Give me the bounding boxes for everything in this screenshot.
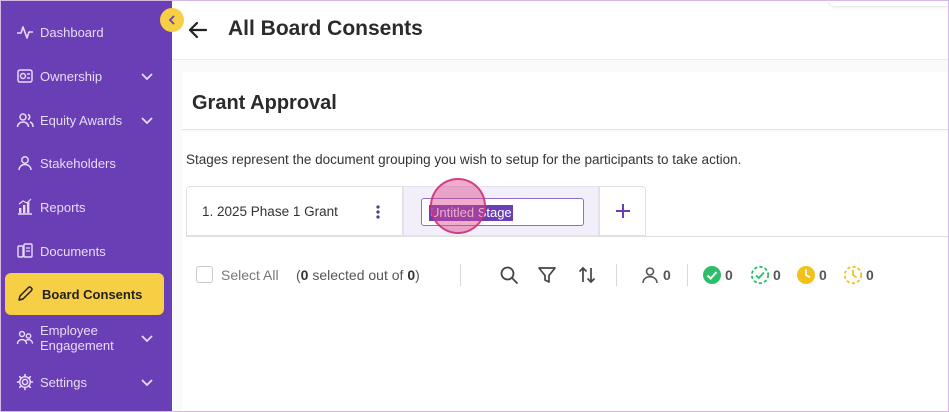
sidebar-item-equity-awards[interactable]: Equity Awards — [0, 102, 172, 138]
pending-count: 0 — [819, 267, 827, 283]
sidebar-item-label: Documents — [40, 243, 106, 259]
stage-tab[interactable]: 1. 2025 Phase 1 Grant — [186, 186, 403, 236]
participants-count: 0 — [663, 267, 671, 283]
total-count: 0 — [407, 267, 416, 283]
add-stage-button[interactable] — [599, 186, 646, 236]
clock-icon — [797, 266, 815, 284]
chevron-left-icon — [168, 15, 175, 25]
user-icon — [642, 267, 658, 284]
section-title: Grant Approval — [192, 92, 337, 114]
select-all-checkbox[interactable] — [196, 266, 213, 283]
pending-stat: 0 — [796, 264, 827, 286]
sidebar-item-label: Ownership — [40, 68, 103, 84]
selection-count: (0 selected out of 0) — [296, 267, 420, 283]
divider — [616, 264, 617, 286]
partially-pending-stat: 0 — [843, 264, 874, 286]
sidebar-item-label: Equity Awards — [40, 112, 123, 128]
divider — [460, 264, 461, 286]
page-title: All Board Consents — [228, 17, 423, 40]
chevron-down-icon — [141, 117, 153, 125]
sidebar-item-reports[interactable]: Reports — [0, 189, 172, 225]
completed-count: 0 — [725, 267, 733, 283]
sidebar-item-dashboard[interactable]: Dashboard — [0, 14, 172, 50]
partially-pending-count: 0 — [866, 267, 874, 283]
sidebar-item-label: Stakeholders — [40, 155, 116, 171]
stage-tab-label: 1. 2025 Phase 1 Grant — [202, 204, 338, 219]
user-icon — [16, 154, 34, 172]
divider — [687, 264, 688, 286]
filter-button[interactable] — [536, 264, 558, 286]
partially-completed-count: 0 — [773, 267, 781, 283]
sidebar-item-settings[interactable]: Settings — [0, 364, 172, 400]
completed-stat: 0 — [702, 264, 733, 286]
ownership-icon — [16, 67, 34, 85]
documents-icon — [16, 242, 34, 260]
plus-icon — [615, 204, 630, 218]
engagement-icon — [16, 329, 34, 347]
activity-icon — [16, 23, 34, 41]
sidebar-collapse-button[interactable] — [160, 8, 184, 32]
section-header: Grant Approval — [182, 72, 949, 130]
check-circle-icon — [703, 266, 721, 284]
sidebar-item-board-consents[interactable]: Board Consents — [5, 273, 164, 315]
stage-toolbar: Select All (0 selected out of 0) 0 0 0 0… — [182, 260, 949, 290]
sidebar-item-ownership[interactable]: Ownership — [0, 58, 172, 94]
pencil-icon — [16, 285, 34, 303]
top-right-panel — [829, 0, 949, 6]
main-content: Grant Approval Stages represent the docu… — [172, 60, 949, 412]
sidebar-item-label: Reports — [40, 199, 86, 215]
search-button[interactable] — [498, 264, 520, 286]
sidebar-item-label: Dashboard — [40, 24, 104, 40]
partially-completed-stat: 0 — [750, 264, 781, 286]
bar-chart-icon — [16, 198, 34, 216]
click-indicator — [430, 178, 486, 234]
more-vertical-icon[interactable] — [373, 202, 383, 222]
sidebar-item-label: Board Consents — [42, 286, 143, 302]
dashed-clock-icon — [843, 265, 863, 285]
participants-stat: 0 — [640, 264, 671, 286]
sidebar-item-stakeholders[interactable]: Stakeholders — [0, 145, 172, 181]
filter-icon — [538, 267, 556, 283]
sidebar-item-documents[interactable]: Documents — [0, 233, 172, 269]
search-icon — [500, 266, 518, 284]
users-icon — [16, 111, 34, 129]
selection-text: selected out of — [308, 267, 408, 283]
sidebar-item-employee-engagement[interactable]: Employee Engagement — [0, 320, 172, 356]
chevron-down-icon — [141, 73, 153, 81]
gear-icon — [16, 373, 34, 391]
stages-description: Stages represent the document grouping y… — [186, 152, 742, 167]
select-all-label: Select All — [221, 267, 279, 283]
sidebar: Dashboard Ownership Equity Awards Stakeh… — [0, 0, 172, 412]
chevron-down-icon — [141, 379, 153, 387]
sort-button[interactable] — [576, 264, 598, 286]
sort-icon — [578, 266, 596, 284]
dashed-check-circle-icon — [750, 265, 770, 285]
stages-panel: Stages represent the document grouping y… — [182, 132, 949, 412]
sidebar-item-label: Settings — [40, 374, 87, 390]
sidebar-item-label: Employee Engagement — [40, 323, 114, 353]
chevron-down-icon — [141, 335, 153, 343]
tab-divider — [186, 236, 949, 237]
page-header: All Board Consents — [172, 0, 949, 60]
back-arrow-icon[interactable] — [186, 18, 210, 42]
